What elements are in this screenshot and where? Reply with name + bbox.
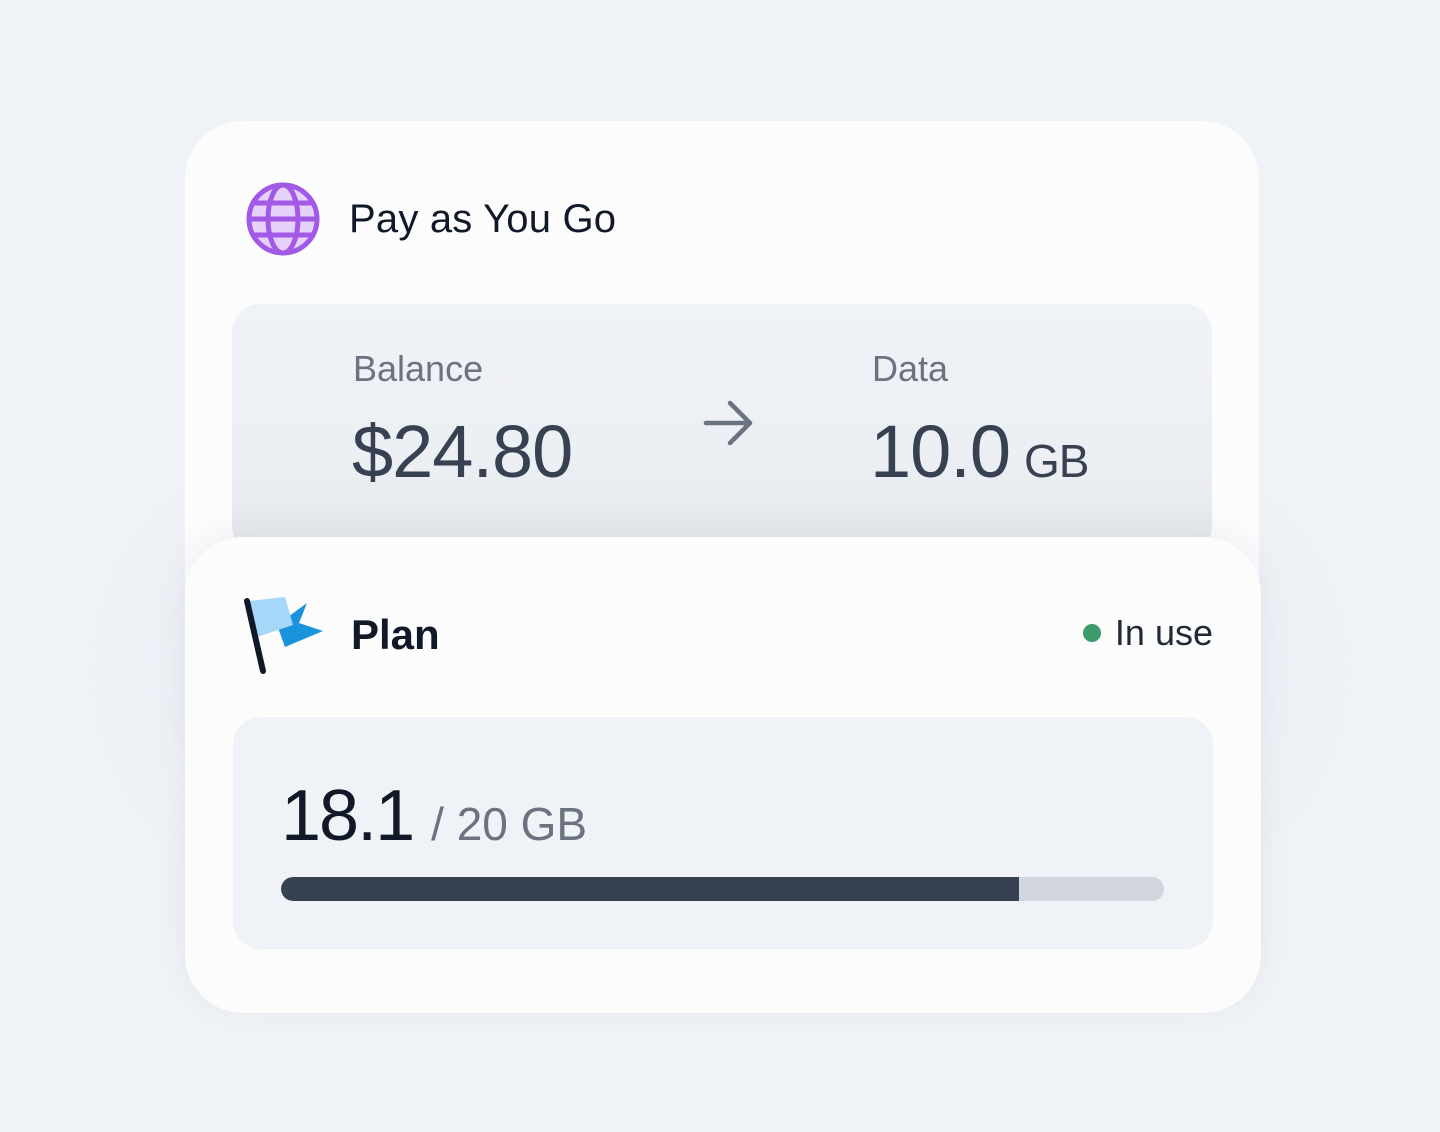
status-badge: In use <box>1082 612 1213 654</box>
balance-panel: Balance $24.80 Data 10.0 GB <box>232 304 1212 554</box>
status-dot <box>1082 624 1101 642</box>
data-label: Data <box>872 348 949 389</box>
usage-readout: 18.1 / 20 GB <box>281 775 587 857</box>
flag-icon <box>244 597 323 674</box>
plan-header: Plan <box>241 595 440 675</box>
arrow-right-icon <box>703 400 753 446</box>
usage-total: / 20 GB <box>431 798 588 850</box>
plan-title: Plan <box>351 611 440 658</box>
data-amount: 10.0 GB <box>870 409 1090 494</box>
data-unit: GB <box>1024 435 1089 487</box>
globe-icon <box>246 182 320 256</box>
usage-used: 18.1 <box>281 776 415 856</box>
payg-title: Pay as You Go <box>349 196 617 241</box>
usage-progress-fill <box>281 877 1020 901</box>
usage-progress-bar <box>281 877 1164 901</box>
stage: Pay as You Go Balance $24.80 Data 10.0 GB… <box>0 0 1440 1132</box>
status-text: In use <box>1114 612 1213 653</box>
data-value: 10.0 <box>870 410 1011 493</box>
plan-card[interactable]: Plan In use 18.1 / 20 GB <box>185 537 1261 1013</box>
usage-panel: 18.1 / 20 GB <box>233 717 1213 949</box>
balance-amount: $24.80 <box>352 410 573 493</box>
balance-label: Balance <box>353 348 484 389</box>
payg-header: Pay as You Go <box>245 181 616 257</box>
